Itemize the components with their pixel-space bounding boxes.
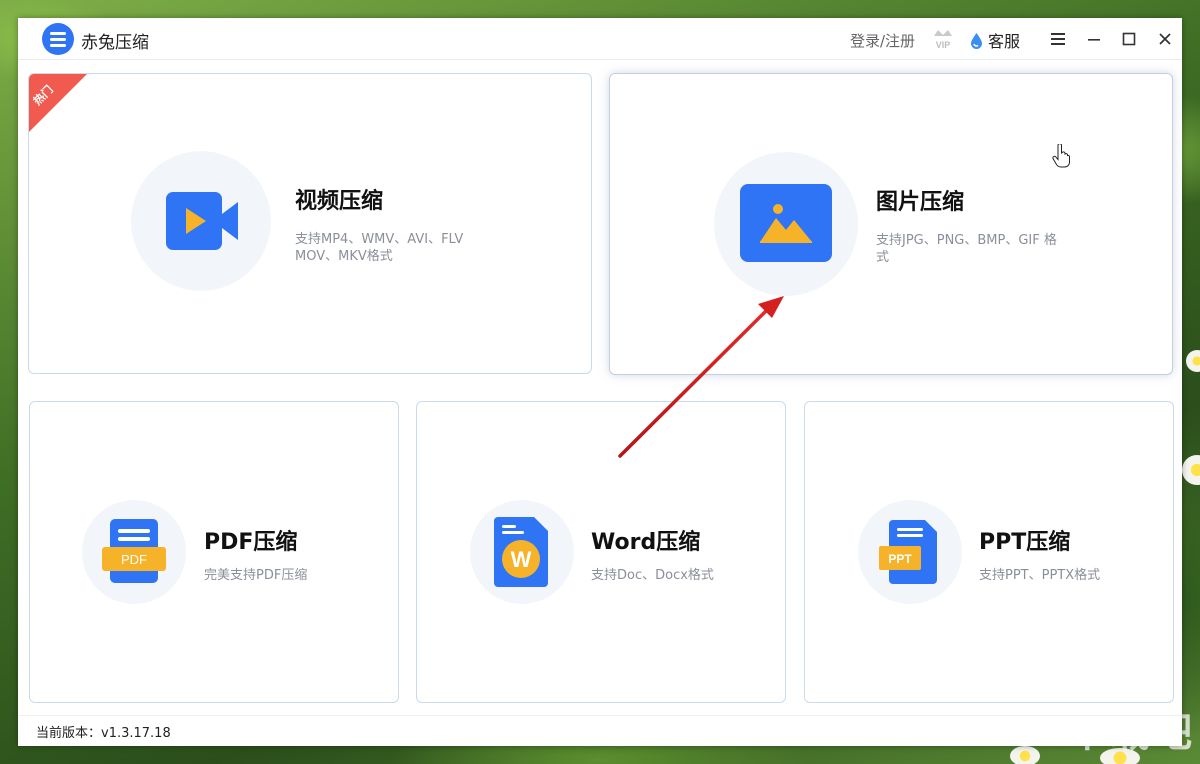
maximize-button[interactable] [1118, 28, 1140, 50]
daisy-flower [1186, 350, 1200, 372]
version-label: 当前版本：v1.3.17.18 [36, 725, 171, 741]
svg-text:VIP: VIP [936, 40, 951, 50]
word-compress-card[interactable]: W Word压缩 支持Doc、Docx格式 [416, 401, 786, 703]
customer-service-label: 客服 [988, 32, 1021, 51]
video-camera-icon [166, 192, 238, 250]
ppt-document-icon: PPT [879, 520, 937, 584]
hand-pointer-cursor-icon [1052, 144, 1070, 168]
video-card-desc-line2: MOV、MKV格式 [295, 249, 393, 264]
video-compress-card[interactable]: 热门 视频压缩 支持MP4、WMV、AVI、FLV MOV、MKV格式 [28, 73, 592, 374]
ppt-card-title: PPT压缩 [979, 530, 1071, 555]
pdf-card-title: PDF压缩 [204, 530, 298, 555]
customer-service-button[interactable]: 客服 [969, 28, 1020, 52]
video-card-title: 视频压缩 [295, 189, 384, 214]
app-window: 赤兔压缩 登录/注册 VIP 客服 热门 视频压缩 支持MP4、WMV、AVI、… [18, 18, 1182, 746]
image-card-desc-line2: 式 [876, 250, 890, 265]
word-card-desc: 支持Doc、Docx格式 [591, 568, 714, 583]
pdf-compress-card[interactable]: PDF PDF压缩 完美支持PDF压缩 [29, 401, 399, 703]
daisy-flower [1010, 746, 1040, 764]
vip-crown-icon[interactable]: VIP [930, 25, 956, 51]
close-button[interactable] [1154, 28, 1176, 50]
svg-text:PDF: PDF [121, 552, 147, 567]
image-compress-card[interactable]: 图片压缩 支持JPG、PNG、BMP、GIF 格 式 [609, 73, 1173, 375]
maximize-icon [1122, 32, 1136, 46]
title-bar: 赤兔压缩 登录/注册 VIP 客服 [18, 18, 1182, 60]
main-content: 热门 视频压缩 支持MP4、WMV、AVI、FLV MOV、MKV格式 图片压缩… [18, 61, 1182, 715]
close-icon [1159, 33, 1171, 45]
video-card-desc-line1: 支持MP4、WMV、AVI、FLV [295, 232, 464, 247]
image-card-title: 图片压缩 [876, 190, 965, 215]
status-footer: 当前版本：v1.3.17.18 [18, 715, 1182, 746]
image-picture-icon [740, 184, 832, 262]
water-drop-icon [971, 32, 982, 49]
app-logo-icon [42, 23, 74, 55]
svg-text:W: W [511, 547, 532, 572]
ppt-compress-card[interactable]: PPT PPT压缩 支持PPT、PPTX格式 [804, 401, 1174, 703]
minimize-button[interactable] [1083, 28, 1105, 50]
app-title: 赤兔压缩 [81, 33, 149, 53]
pdf-card-desc: 完美支持PDF压缩 [204, 568, 308, 583]
svg-text:PPT: PPT [888, 552, 912, 566]
word-document-icon: W [494, 517, 548, 587]
ppt-card-desc: 支持PPT、PPTX格式 [979, 568, 1101, 583]
word-card-title: Word压缩 [591, 530, 701, 555]
login-register-link[interactable]: 登录/注册 [850, 30, 915, 51]
hamburger-menu-icon [1051, 33, 1065, 45]
hot-badge: 热门 [29, 74, 87, 132]
minimize-icon [1088, 39, 1100, 41]
pdf-document-icon: PDF [102, 519, 166, 583]
image-card-desc-line1: 支持JPG、PNG、BMP、GIF 格 [876, 233, 1057, 248]
daisy-flower [1182, 455, 1200, 485]
menu-button[interactable] [1047, 28, 1069, 50]
